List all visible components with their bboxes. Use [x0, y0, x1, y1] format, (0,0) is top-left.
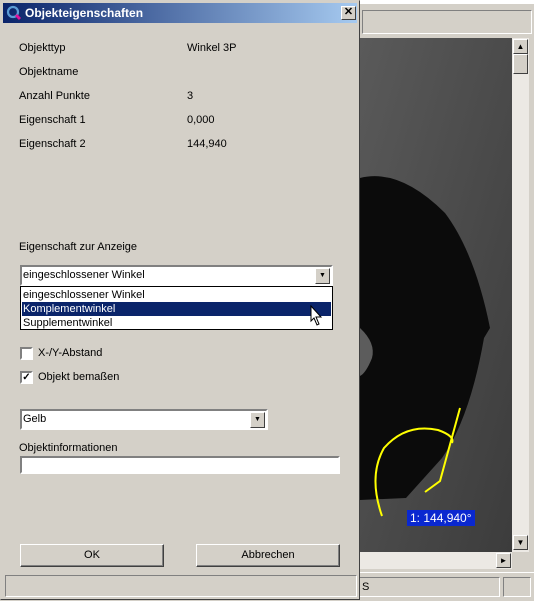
measurement-label: 1: 144,940° [407, 510, 475, 526]
display-property-select[interactable]: eingeschlossener Winkel ▼ [20, 265, 333, 286]
vertical-scrollbar[interactable]: ▲ ▼ [512, 38, 529, 552]
prop-label-objektname: Objektname [19, 66, 79, 78]
display-property-dropdown-list[interactable]: eingeschlossener Winkel Komplementwinkel… [20, 286, 333, 330]
app-icon [6, 5, 22, 21]
status-panel-small [503, 577, 531, 597]
dialog-titlebar[interactable]: Objekteigenschaften ✕ [3, 3, 357, 23]
background-menu-edge [360, 0, 534, 4]
display-property-label: Eigenschaft zur Anzeige [19, 241, 138, 253]
xy-distance-label: X-/Y-Abstand [38, 347, 103, 359]
object-properties-dialog: Objekteigenschaften ✕ Objekttyp Winkel 3… [0, 0, 360, 600]
prop-label-eigenschaft-1: Eigenschaft 1 [19, 114, 86, 126]
prop-label-objekttyp: Objekttyp [19, 42, 66, 54]
prop-label-eigenschaft-2: Eigenschaft 2 [19, 138, 86, 150]
dialog-status-bar [5, 575, 357, 597]
dropdown-option[interactable]: eingeschlossener Winkel [22, 288, 331, 302]
dialog-title: Objekteigenschaften [25, 6, 144, 20]
display-property-selected: eingeschlossener Winkel [23, 269, 145, 281]
checkmark-icon: ✓ [22, 372, 31, 383]
dimension-object-checkbox[interactable]: ✓ [20, 371, 33, 384]
prop-value-anzahl-punkte: 3 [187, 90, 194, 102]
prop-value-eigenschaft-1: 0,000 [187, 114, 215, 126]
dropdown-option-highlighted[interactable]: Komplementwinkel [22, 302, 331, 316]
scroll-up-icon[interactable]: ▲ [513, 39, 528, 54]
object-info-input[interactable] [20, 456, 340, 474]
background-toolbar-frame [362, 10, 532, 34]
horizontal-scrollbar[interactable]: ► [360, 552, 512, 569]
ok-button[interactable]: OK [20, 544, 164, 567]
xy-distance-checkbox[interactable] [20, 347, 33, 360]
scrollbar-thumb[interactable] [513, 54, 528, 74]
color-select[interactable]: Gelb ▼ [20, 409, 268, 430]
prop-value-eigenschaft-2: 144,940 [187, 138, 227, 150]
cancel-button[interactable]: Abbrechen [196, 544, 340, 567]
scroll-down-icon[interactable]: ▼ [513, 535, 528, 550]
object-info-label: Objektinformationen [19, 442, 118, 454]
dimension-object-label: Objekt bemaßen [38, 371, 120, 383]
dropdown-option[interactable]: Supplementwinkel [22, 316, 331, 330]
mouse-cursor-icon [310, 305, 323, 326]
close-icon[interactable]: ✕ [341, 6, 356, 20]
chevron-down-icon[interactable]: ▼ [250, 412, 265, 428]
scroll-right-icon[interactable]: ► [496, 553, 511, 568]
status-panel: S [340, 577, 500, 597]
image-view[interactable] [360, 38, 512, 552]
prop-label-anzahl-punkte: Anzahl Punkte [19, 90, 90, 102]
chevron-down-icon[interactable]: ▼ [315, 268, 330, 284]
prop-value-objekttyp: Winkel 3P [187, 42, 237, 54]
color-select-value: Gelb [23, 413, 47, 425]
